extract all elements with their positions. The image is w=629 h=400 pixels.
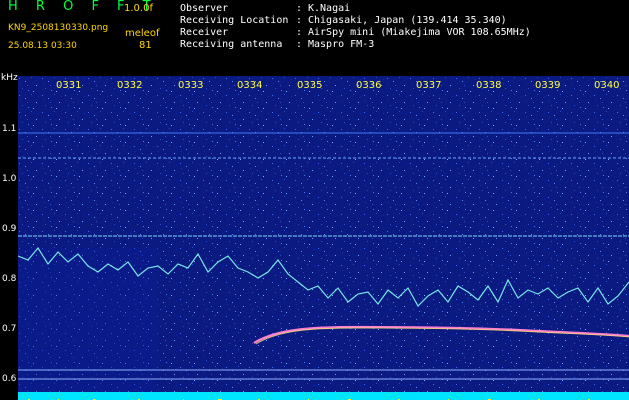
info-colon: : — [296, 15, 303, 26]
y-tick-label: 1.0 — [2, 174, 17, 184]
x-tick-label: 0335 — [297, 80, 323, 91]
meleo-label: meleof — [125, 28, 160, 39]
info-colon: : — [296, 27, 303, 38]
info-value-receiver: AirSpy mini (Miakejima VOR 108.65MHz) — [308, 27, 531, 38]
spectrogram — [18, 76, 629, 392]
meleo-count: 81 — [139, 40, 152, 51]
info-label-observer: Observer — [180, 3, 229, 14]
file-name: KN9_2508130330.png — [8, 23, 109, 33]
info-label-receiver: Receiver — [180, 27, 229, 38]
y-tick-label: 0.6 — [2, 374, 17, 384]
x-tick-label: 0332 — [117, 80, 143, 91]
hrofft-viewer: H R O F F T 1.0.0f KN9_2508130330.png me… — [0, 0, 629, 400]
info-colon: : — [296, 39, 303, 50]
y-tick-label: 0.8 — [2, 274, 17, 284]
x-tick-label: 0340 — [594, 80, 620, 91]
spectrogram-canvas — [18, 76, 629, 392]
x-tick-label: 0336 — [356, 80, 382, 91]
info-colon: : — [296, 3, 303, 14]
signal-level-bar — [18, 392, 629, 400]
x-tick-label: 0333 — [178, 80, 204, 91]
x-tick-label: 0334 — [237, 80, 263, 91]
x-tick-label: 0339 — [535, 80, 561, 91]
info-value-antenna: Maspro FM-3 — [308, 39, 375, 50]
info-label-location: Receiving Location — [180, 15, 289, 26]
y-tick-label: 0.9 — [2, 224, 17, 234]
info-value-location: Chigasaki, Japan (139.414 35.340) — [308, 15, 507, 26]
info-label-antenna: Receiving antenna — [180, 39, 283, 50]
x-tick-label: 0331 — [56, 80, 82, 91]
app-version: 1.0.0f — [124, 3, 153, 14]
y-tick-label: 0.7 — [2, 324, 17, 334]
x-tick-label: 0338 — [476, 80, 502, 91]
y-axis-unit: kHz — [1, 73, 18, 83]
info-value-observer: K.Nagai — [308, 3, 351, 14]
observation-datetime: 25.08.13 03:30 — [8, 41, 77, 51]
y-tick-label: 1.1 — [2, 124, 17, 134]
x-tick-label: 0337 — [416, 80, 442, 91]
